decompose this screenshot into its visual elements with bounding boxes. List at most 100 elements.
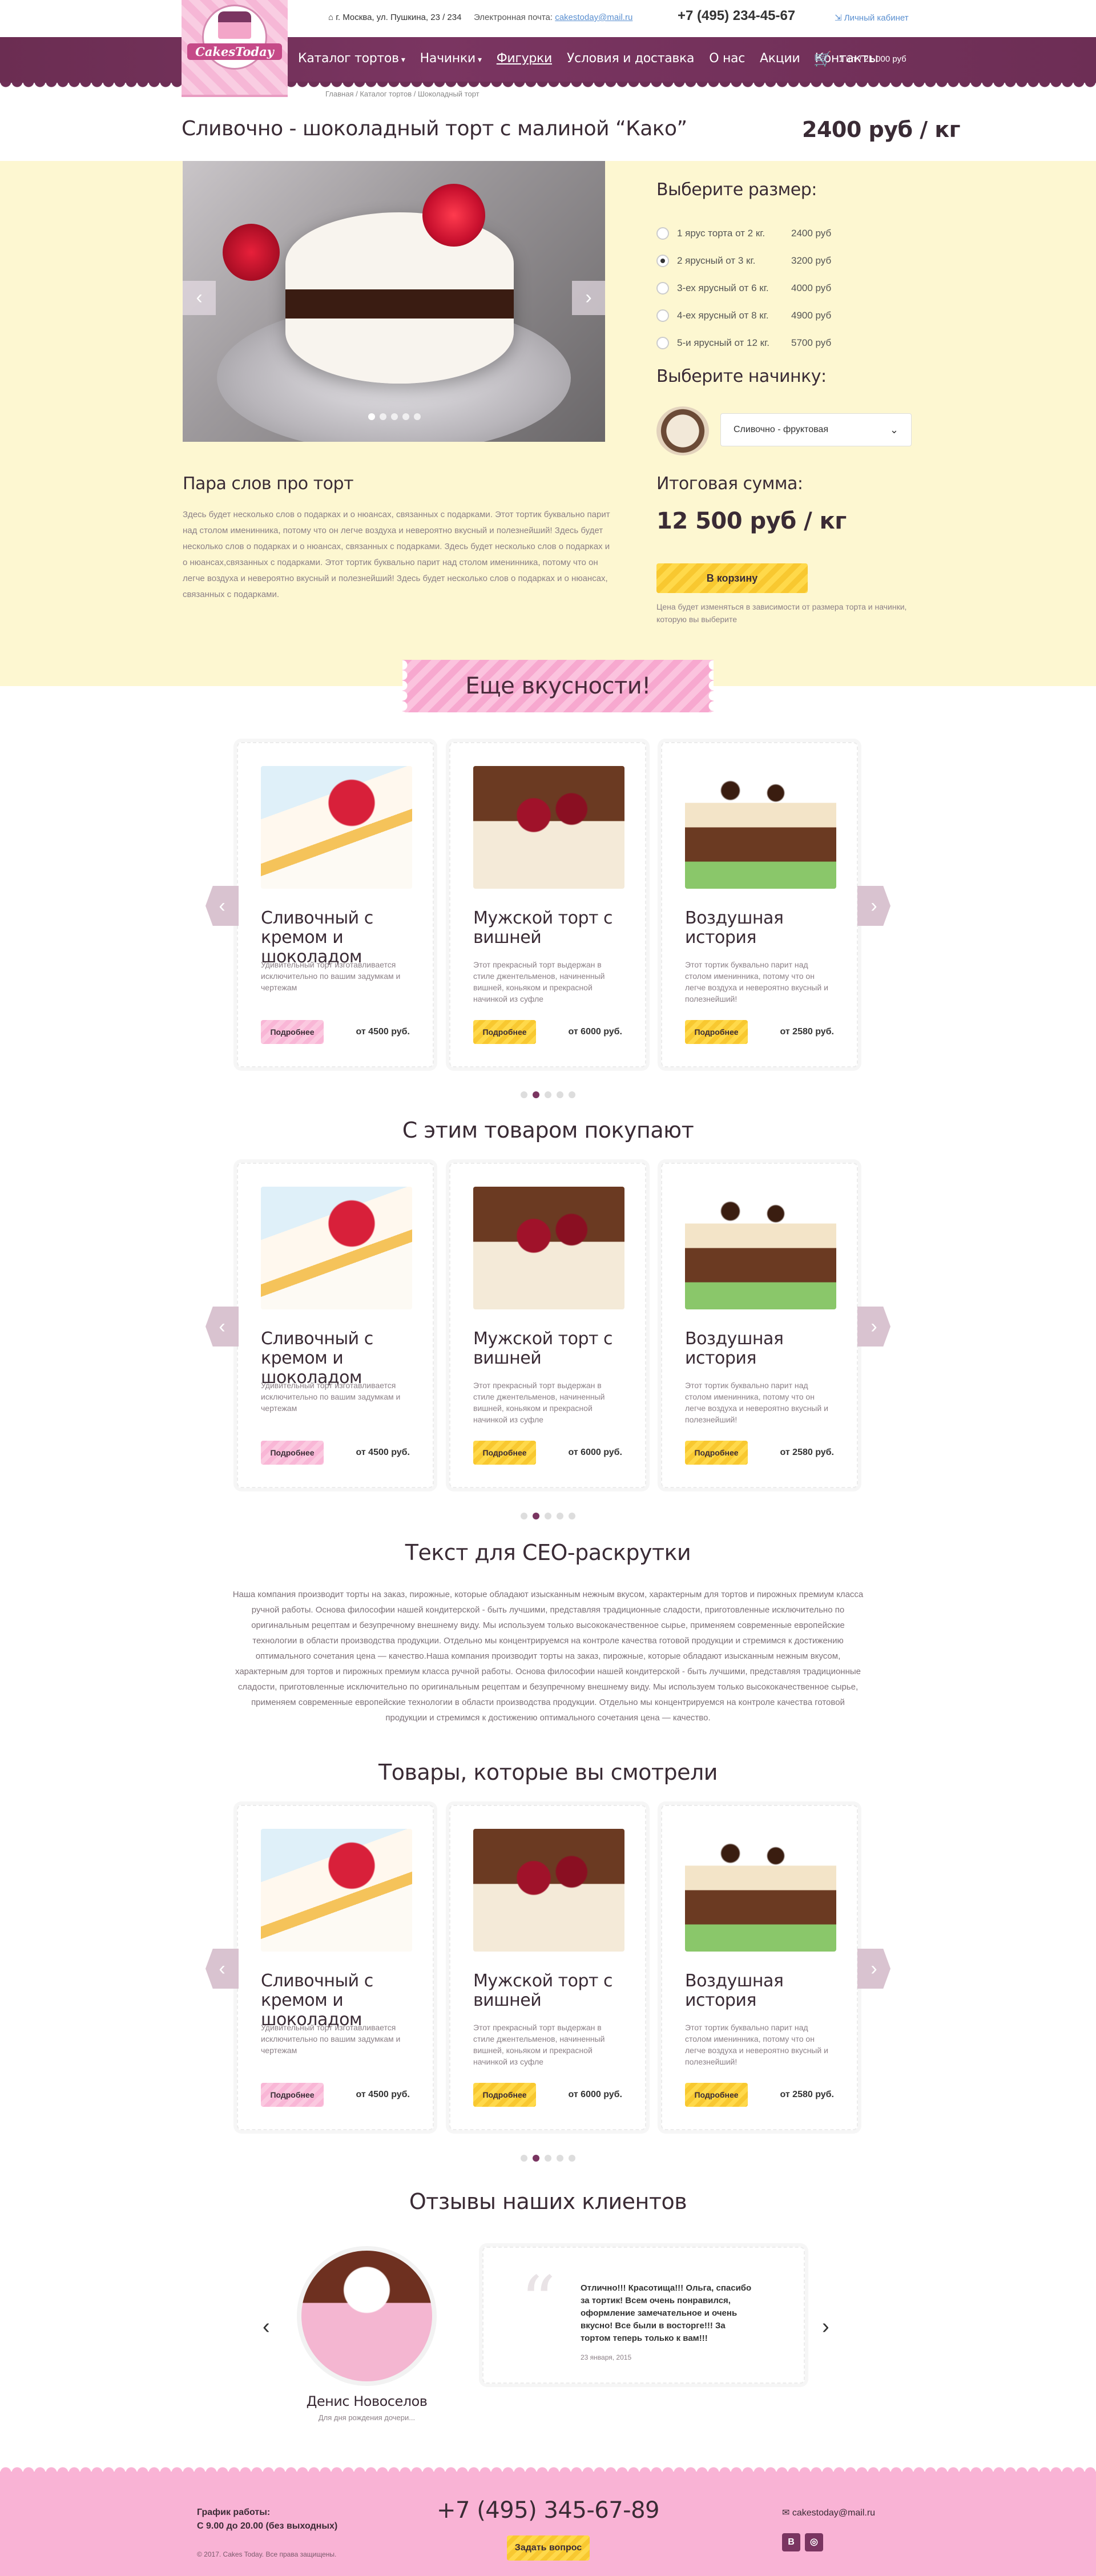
details-button[interactable]: Подробнее bbox=[261, 1441, 324, 1465]
radio-button[interactable] bbox=[656, 227, 669, 240]
footer-email[interactable]: ✉ cakestoday@mail.ru bbox=[782, 2507, 875, 2518]
card-title[interactable]: Воздушная история bbox=[685, 1972, 845, 2010]
product-image[interactable] bbox=[473, 1187, 624, 1309]
nav-about[interactable]: О нас bbox=[709, 51, 745, 66]
nav-fillings[interactable]: Начинки bbox=[420, 51, 482, 66]
size-option[interactable]: 3-ех ярусный от 6 кг. 4000 руб bbox=[656, 275, 831, 302]
carousel-dot[interactable] bbox=[545, 1091, 551, 1098]
carousel-dot[interactable] bbox=[533, 1513, 539, 1519]
carousel-dot[interactable] bbox=[521, 1091, 527, 1098]
radio-button[interactable] bbox=[656, 282, 669, 295]
details-button[interactable]: Подробнее bbox=[473, 1441, 536, 1465]
product-card[interactable]: Сливочный с кремом и шоколадом Удивительн… bbox=[237, 1163, 434, 1488]
section-title-reviews: Отзывы наших клиентов bbox=[409, 2189, 687, 2214]
carousel-dot[interactable] bbox=[533, 1091, 539, 1098]
vk-icon[interactable]: В bbox=[782, 2533, 800, 2551]
cart[interactable]: 🛒 1 шт / 21 000 руб bbox=[813, 50, 906, 68]
carousel-dot[interactable] bbox=[521, 2155, 527, 2162]
radio-button[interactable] bbox=[656, 309, 669, 322]
filling-select[interactable]: Сливочно - фруктовая ⌄ bbox=[720, 413, 912, 446]
carousel-dot[interactable] bbox=[557, 1091, 563, 1098]
card-title[interactable]: Воздушная история bbox=[685, 909, 845, 948]
product-card[interactable]: Воздушная история Этот тортик буквально п… bbox=[661, 1163, 858, 1488]
carousel-next-button[interactable]: › bbox=[857, 1307, 890, 1347]
product-card[interactable]: Сливочный с кремом и шоколадом Удивительн… bbox=[237, 1805, 434, 2130]
add-to-cart-button[interactable]: В корзину bbox=[656, 563, 808, 593]
carousel-dot[interactable] bbox=[545, 1513, 551, 1519]
product-image[interactable] bbox=[261, 1187, 412, 1309]
product-image[interactable] bbox=[473, 1829, 624, 1952]
nav-promo[interactable]: Акции bbox=[760, 51, 800, 66]
radio-button[interactable] bbox=[656, 337, 669, 349]
product-card[interactable]: Воздушная история Этот тортик буквально п… bbox=[661, 742, 858, 1067]
size-option[interactable]: 4-ех ярусный от 8 кг. 4900 руб bbox=[656, 302, 831, 329]
product-image[interactable] bbox=[261, 1829, 412, 1952]
size-option[interactable]: 2 ярусный от 3 кг. 3200 руб bbox=[656, 247, 831, 275]
nav-catalog[interactable]: Каталог тортов bbox=[298, 51, 405, 66]
product-card[interactable]: Мужской торт с вишней Этот прекрасный тор… bbox=[449, 1805, 646, 2130]
carousel-dot[interactable] bbox=[569, 1513, 575, 1519]
details-button[interactable]: Подробнее bbox=[261, 2083, 324, 2107]
size-option[interactable]: 5-и ярусный от 12 кг. 5700 руб bbox=[656, 329, 831, 357]
instagram-icon[interactable]: ◎ bbox=[805, 2533, 823, 2551]
carousel-dot[interactable] bbox=[521, 1513, 527, 1519]
product-image[interactable] bbox=[473, 766, 624, 889]
gallery-dot[interactable] bbox=[368, 413, 375, 420]
card-title[interactable]: Мужской торт с вишней bbox=[473, 1329, 633, 1368]
carousel-dot[interactable] bbox=[569, 1091, 575, 1098]
product-card[interactable]: Мужской торт с вишней Этот прекрасный тор… bbox=[449, 1163, 646, 1488]
gallery-dot[interactable] bbox=[414, 413, 421, 420]
details-button[interactable]: Подробнее bbox=[473, 1020, 536, 1044]
carousel-bought: Сливочный с кремом и шоколадом Удивительн… bbox=[206, 1163, 890, 1505]
carousel-prev-button[interactable]: ‹ bbox=[206, 886, 239, 926]
card-title[interactable]: Сливочный с кремом и шоколадом bbox=[261, 1329, 421, 1388]
carousel-dot[interactable] bbox=[533, 2155, 539, 2162]
product-image[interactable] bbox=[685, 1829, 836, 1952]
product-card[interactable]: Воздушная история Этот тортик буквально п… bbox=[661, 1805, 858, 2130]
header-address: ⌂ г. Москва, ул. Пушкина, 23 / 234 bbox=[328, 13, 461, 22]
review-prev-button[interactable]: ‹ bbox=[263, 2315, 270, 2339]
breadcrumb[interactable]: Главная / Каталог тортов / Шоколадный то… bbox=[325, 90, 480, 98]
cabinet-link[interactable]: ⇲ Личный кабинет bbox=[835, 13, 909, 23]
review-next-button[interactable]: › bbox=[822, 2315, 829, 2339]
carousel-dot[interactable] bbox=[569, 2155, 575, 2162]
carousel-dot[interactable] bbox=[557, 1513, 563, 1519]
product-image[interactable] bbox=[685, 1187, 836, 1309]
gallery-dot[interactable] bbox=[391, 413, 398, 420]
details-button[interactable]: Подробнее bbox=[473, 2083, 536, 2107]
email-link[interactable]: cakestoday@mail.ru bbox=[555, 13, 632, 22]
card-title[interactable]: Сливочный с кремом и шоколадом bbox=[261, 1972, 421, 2030]
radio-button[interactable] bbox=[656, 255, 669, 267]
details-button[interactable]: Подробнее bbox=[685, 1020, 748, 1044]
card-title[interactable]: Сливочный с кремом и шоколадом bbox=[261, 909, 421, 967]
gallery-dot[interactable] bbox=[380, 413, 386, 420]
gallery-prev-button[interactable]: ‹ bbox=[183, 281, 216, 315]
card-desc: Этот тортик буквально парит над столом и… bbox=[685, 2023, 828, 2066]
card-title[interactable]: Мужской торт с вишней bbox=[473, 909, 633, 948]
carousel-next-button[interactable]: › bbox=[857, 1949, 890, 1989]
details-button[interactable]: Подробнее bbox=[261, 1020, 324, 1044]
login-icon: ⇲ bbox=[835, 13, 844, 23]
nav-figures[interactable]: Фигурки bbox=[497, 51, 553, 66]
product-card[interactable]: Сливочный с кремом и шоколадом Удивительн… bbox=[237, 742, 434, 1067]
header-phone[interactable]: +7 (495) 234-45-67 bbox=[678, 8, 795, 24]
logo[interactable]: CakesToday bbox=[182, 0, 288, 97]
details-button[interactable]: Подробнее bbox=[685, 1441, 748, 1465]
size-option[interactable]: 1 ярус торта от 2 кг. 2400 руб bbox=[656, 220, 831, 247]
gallery-next-button[interactable]: › bbox=[572, 281, 605, 315]
carousel-dot[interactable] bbox=[545, 2155, 551, 2162]
ask-question-button[interactable]: Задать вопрос bbox=[507, 2535, 590, 2561]
gallery-dot[interactable] bbox=[402, 413, 409, 420]
product-image[interactable] bbox=[261, 766, 412, 889]
card-title[interactable]: Воздушная история bbox=[685, 1329, 845, 1368]
carousel-next-button[interactable]: › bbox=[857, 886, 890, 926]
carousel-prev-button[interactable]: ‹ bbox=[206, 1307, 239, 1347]
carousel-dot[interactable] bbox=[557, 2155, 563, 2162]
card-title[interactable]: Мужской торт с вишней bbox=[473, 1972, 633, 2010]
details-button[interactable]: Подробнее bbox=[685, 2083, 748, 2107]
footer-phone[interactable]: +7 (495) 345-67-89 bbox=[0, 2497, 1096, 2523]
carousel-prev-button[interactable]: ‹ bbox=[206, 1949, 239, 1989]
product-card[interactable]: Мужской торт с вишней Этот прекрасный тор… bbox=[449, 742, 646, 1067]
product-image[interactable] bbox=[685, 766, 836, 889]
nav-delivery[interactable]: Условия и доставка bbox=[567, 51, 695, 66]
